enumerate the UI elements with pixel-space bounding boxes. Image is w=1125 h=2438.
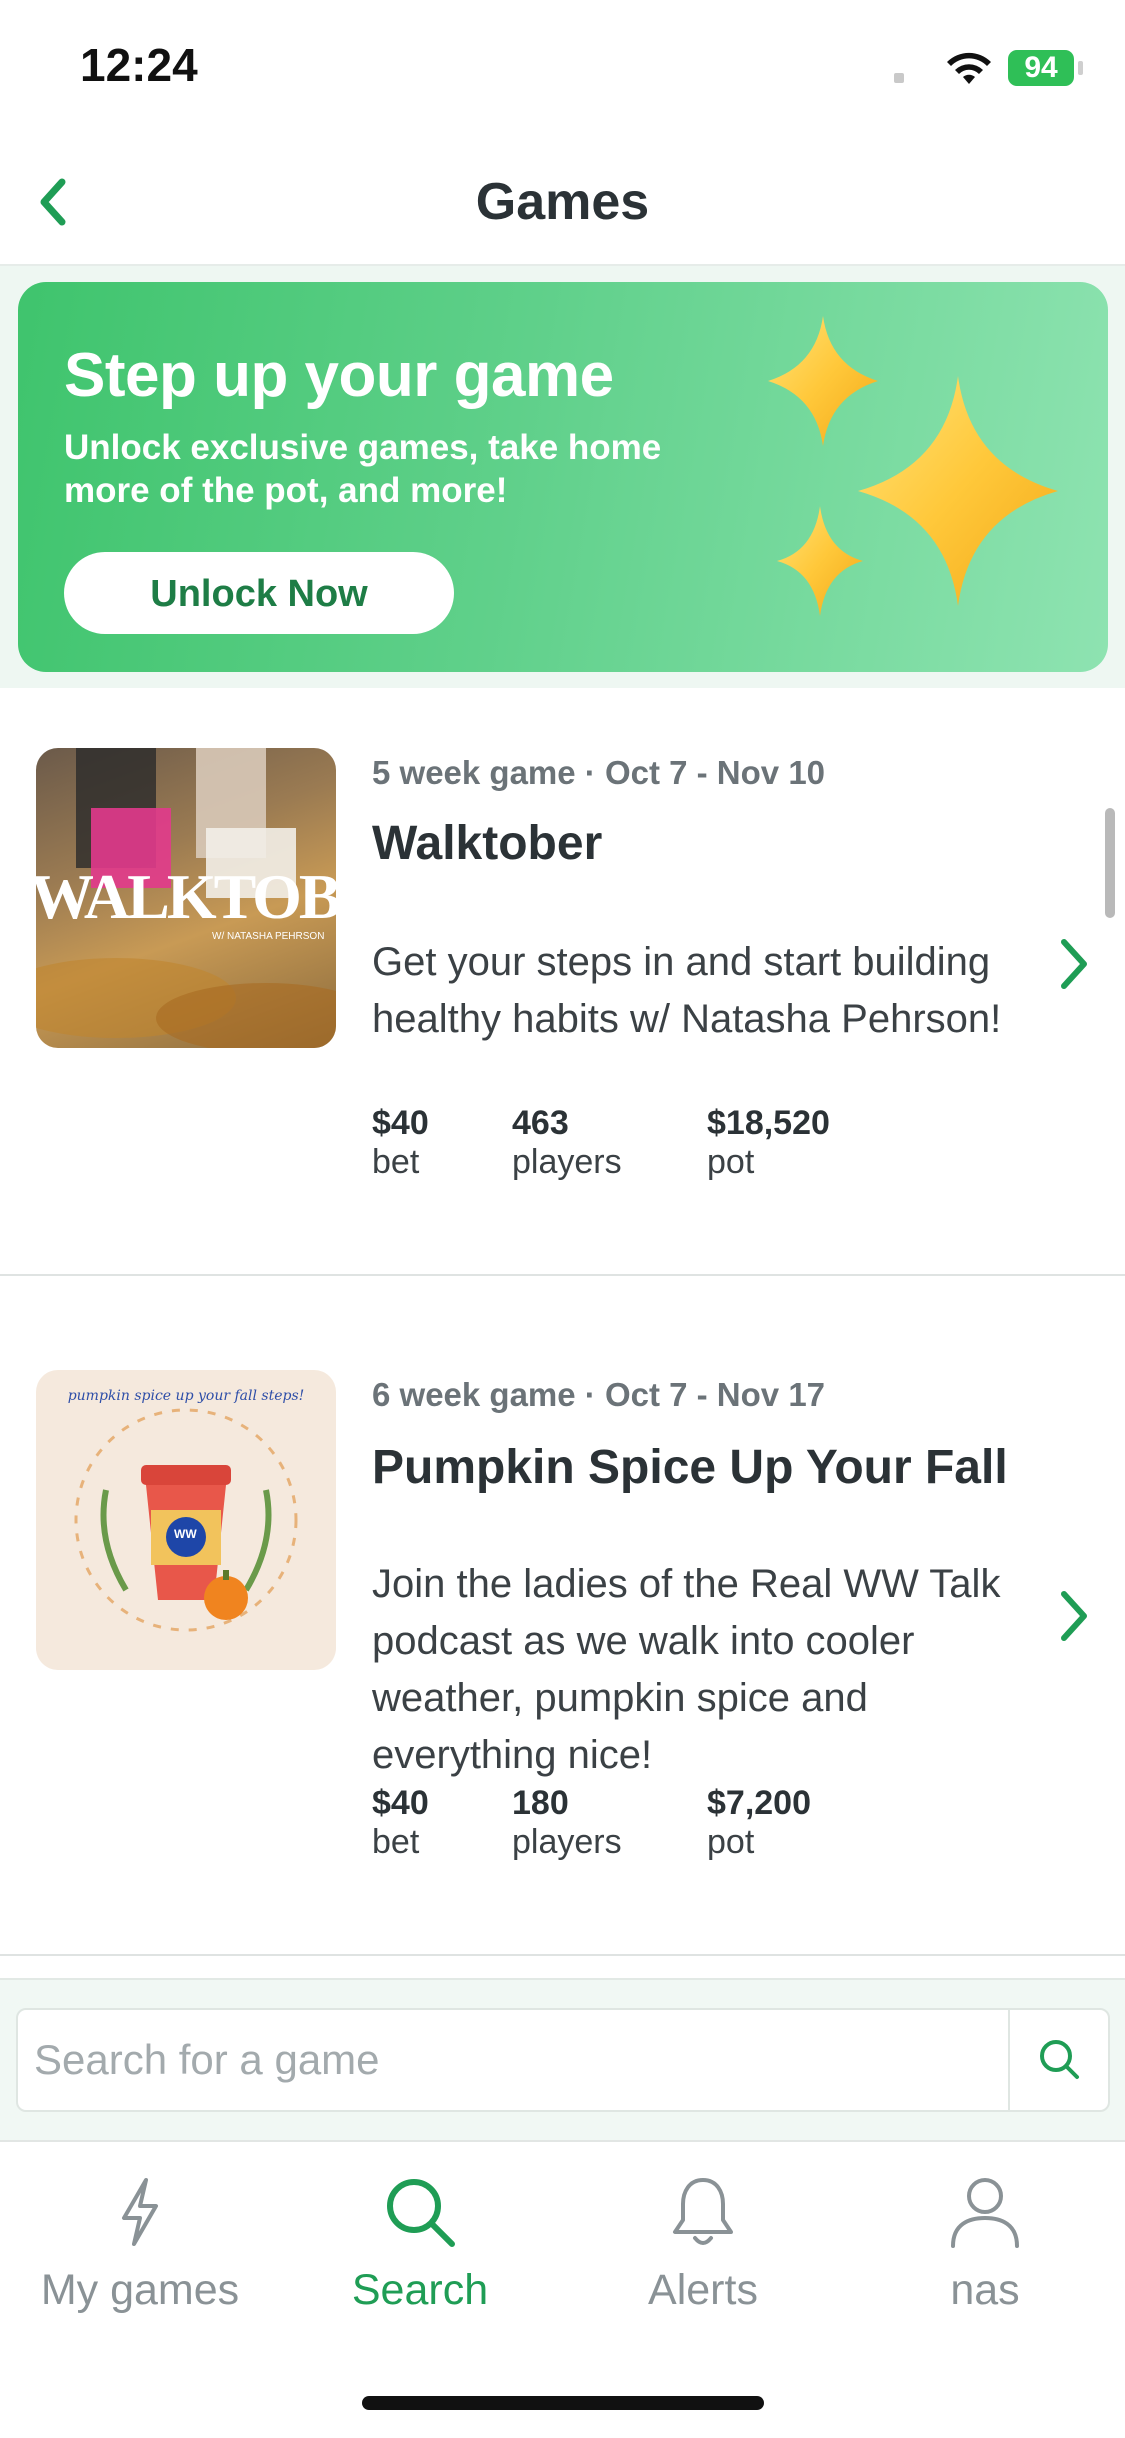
stat-label: players bbox=[512, 1823, 622, 1861]
bell-icon bbox=[673, 2178, 733, 2245]
battery-tip bbox=[1078, 61, 1083, 75]
search-area bbox=[0, 1978, 1125, 2142]
stat-players: 463 players bbox=[512, 1104, 622, 1182]
stat-bet: $40 bet bbox=[372, 1104, 429, 1182]
tab-alerts[interactable]: Alerts bbox=[563, 2172, 843, 2342]
lightning-icon bbox=[122, 2178, 158, 2246]
chevron-right-icon[interactable] bbox=[1052, 934, 1096, 994]
promo-title: Step up your game bbox=[64, 341, 614, 410]
game-title: Pumpkin Spice Up Your Fall bbox=[372, 1441, 1008, 1494]
stat-value: $40 bbox=[372, 1104, 429, 1142]
search-box bbox=[16, 2008, 1110, 2112]
user-icon bbox=[951, 2178, 1019, 2248]
stat-players: 180 players bbox=[512, 1784, 622, 1862]
search-icon bbox=[1040, 2040, 1079, 2079]
signal-dot-icon bbox=[894, 73, 904, 83]
tab-label: My games bbox=[40, 2266, 240, 2314]
search-input[interactable] bbox=[18, 2010, 988, 2110]
game-card-pumpkin-spice[interactable]: WW pumpkin spice up your fall steps! 6 w… bbox=[0, 1276, 1125, 1956]
tab-search[interactable]: Search bbox=[280, 2172, 560, 2342]
pumpkin-cup-art bbox=[74, 1408, 298, 1632]
promo-banner[interactable]: Step up your game Unlock exclusive games… bbox=[18, 282, 1108, 672]
stat-value: 463 bbox=[512, 1104, 569, 1142]
promo-section: Step up your game Unlock exclusive games… bbox=[0, 266, 1125, 688]
stat-label: pot bbox=[707, 1823, 755, 1861]
home-indicator[interactable] bbox=[362, 2396, 764, 2410]
ww-badge: WW bbox=[174, 1527, 197, 1541]
unlock-now-button[interactable]: Unlock Now bbox=[64, 552, 454, 634]
pumpkin-thumb-text: pumpkin spice up your fall steps! bbox=[67, 1388, 305, 1404]
wifi-icon bbox=[947, 52, 991, 84]
chevron-right-icon[interactable] bbox=[1052, 1586, 1096, 1646]
divider bbox=[0, 1954, 1125, 1956]
stat-label: bet bbox=[372, 1143, 420, 1181]
stat-value: 180 bbox=[512, 1784, 569, 1822]
stat-bet: $40 bet bbox=[372, 1784, 429, 1862]
stat-value: $18,520 bbox=[707, 1104, 830, 1142]
stat-value: $40 bbox=[372, 1784, 429, 1822]
game-description: Join the ladies of the Real WW Talk podc… bbox=[372, 1562, 1001, 1777]
game-meta: 6 week game · Oct 7 - Nov 17 bbox=[372, 1376, 826, 1413]
stat-pot: $18,520 pot bbox=[707, 1104, 830, 1182]
game-meta: 5 week game · Oct 7 - Nov 10 bbox=[372, 754, 826, 791]
game-thumbnail-pumpkin-spice: WW pumpkin spice up your fall steps! bbox=[36, 1370, 336, 1670]
game-thumbnail-walktober: WALKTOBER W/ NATASHA PEHRSON bbox=[36, 748, 336, 1048]
tab-bar: My games Search Alerts nas bbox=[0, 2140, 1125, 2438]
game-title: Walktober bbox=[372, 817, 603, 870]
page-title: Games bbox=[475, 173, 650, 231]
tab-label: Search bbox=[351, 2266, 489, 2314]
tab-label: nas bbox=[950, 2266, 1020, 2314]
battery-icon: 94 bbox=[1008, 50, 1074, 86]
search-icon bbox=[387, 2179, 455, 2247]
stat-pot: $7,200 pot bbox=[707, 1784, 811, 1862]
tab-my-games[interactable]: My games bbox=[0, 2172, 280, 2342]
sparkles-icon bbox=[768, 316, 1058, 616]
game-card-walktober[interactable]: WALKTOBER W/ NATASHA PEHRSON 5 week game… bbox=[0, 690, 1125, 1274]
game-description: Get your steps in and start building hea… bbox=[372, 940, 1002, 1041]
walktober-thumb-text: WALKTOBER bbox=[36, 861, 336, 932]
stat-label: bet bbox=[372, 1823, 420, 1861]
walktober-thumb-subtext: W/ NATASHA PEHRSON bbox=[212, 931, 325, 942]
status-time: 12:24 bbox=[80, 39, 198, 91]
stat-value: $7,200 bbox=[707, 1784, 811, 1822]
stat-label: players bbox=[512, 1143, 622, 1181]
search-button[interactable] bbox=[1008, 2010, 1110, 2110]
status-bar: 12:24 94 bbox=[0, 0, 1125, 140]
promo-subtitle: Unlock exclusive games, take home more o… bbox=[64, 428, 662, 510]
stat-label: pot bbox=[707, 1143, 755, 1181]
nav-header: Games bbox=[0, 140, 1125, 266]
tab-profile[interactable]: nas bbox=[845, 2172, 1125, 2342]
tab-label: Alerts bbox=[648, 2266, 758, 2314]
